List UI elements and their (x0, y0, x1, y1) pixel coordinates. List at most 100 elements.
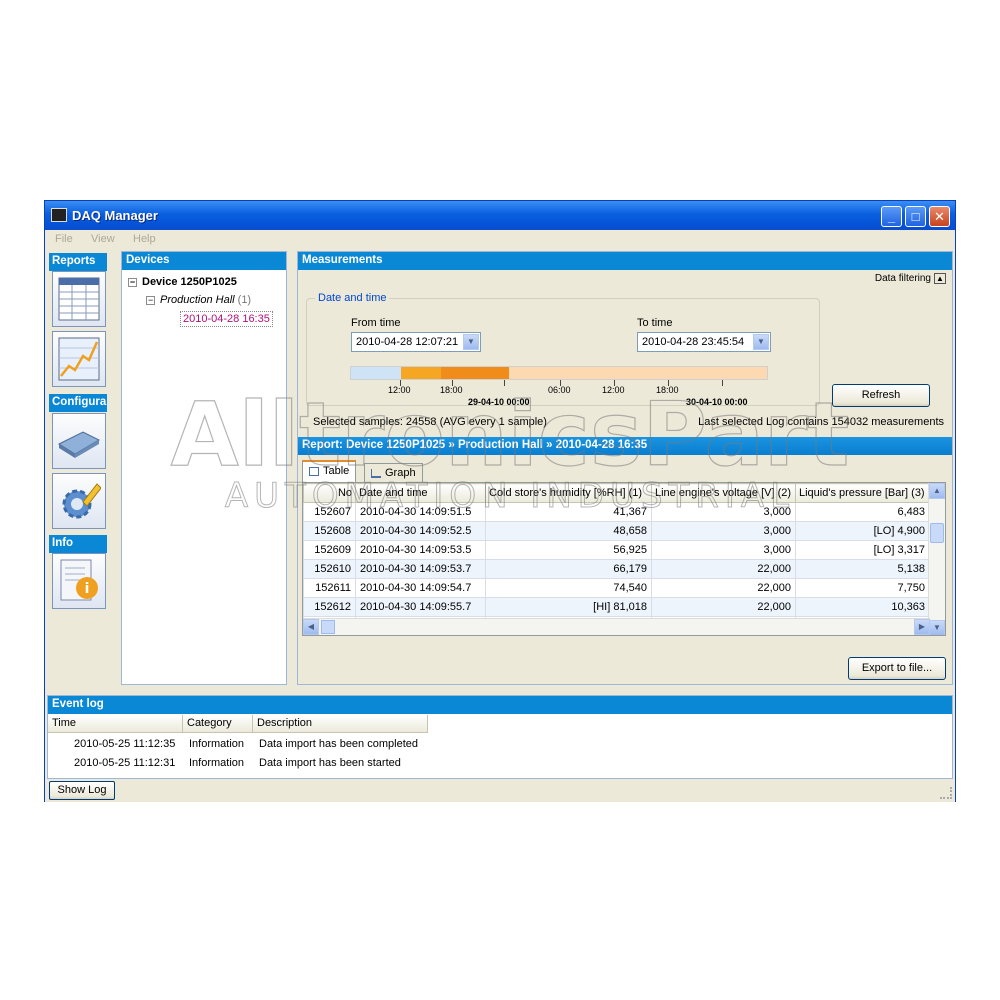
device-name: Device 1250P1025 (142, 276, 237, 288)
event-col-description[interactable]: Description (253, 715, 428, 733)
window-title: DAQ Manager (72, 208, 158, 223)
table-cell: 2010-04-30 14:09:53.5 (355, 540, 486, 560)
table-icon (309, 466, 319, 476)
table-cell: 152609 (303, 540, 356, 560)
table-row[interactable]: 152607 2010-04-30 14:09:51.5 41,367 3,000 6,… (303, 502, 930, 522)
timeline-tick-label: 12:00 (388, 385, 411, 395)
tree-log-entry[interactable]: 2010-04-28 16:35 (180, 311, 273, 327)
timeline-range-slider[interactable] (350, 366, 768, 380)
event-category: Information (189, 757, 245, 769)
table-row[interactable]: 152608 2010-04-30 14:09:52.5 48,658 3,000 [L… (303, 521, 930, 541)
measurements-panel: Measurements Data filtering ▲ Date and ti… (297, 251, 953, 685)
col-header-no[interactable]: No (303, 483, 356, 503)
chevron-down-icon[interactable]: ▼ (753, 334, 769, 350)
timeline-day-label: 30-04-10 00:00 (686, 397, 748, 407)
svg-text:i: i (85, 581, 90, 597)
chart-icon (58, 337, 100, 381)
from-time-select[interactable]: 2010-04-28 12:07:21 ▼ (351, 332, 481, 352)
event-col-category[interactable]: Category (183, 715, 253, 733)
tab-graph[interactable]: Graph (364, 463, 423, 482)
table-cell: 48,658 (485, 521, 652, 541)
tree-device-node[interactable]: − Device 1250P1025 (128, 276, 237, 288)
timeline-day-label: 29-04-10 00:00 (468, 397, 530, 407)
data-filtering-toggle[interactable]: Data filtering ▲ (875, 273, 946, 284)
report-breadcrumb: Report: Device 1250P1025 » Production Ha… (298, 437, 952, 455)
event-log-panel: Event log Time Category Description 2010… (47, 695, 953, 779)
refresh-button[interactable]: Refresh (832, 384, 930, 407)
title-bar: DAQ Manager _ □ ✕ (45, 201, 955, 230)
to-time-label: To time (637, 317, 673, 329)
table-row[interactable]: 152610 2010-04-30 14:09:53.7 66,179 22,000 5… (303, 559, 930, 579)
collapse-toggle-icon[interactable]: − (128, 277, 137, 287)
table-cell: 5,138 (795, 559, 930, 579)
collapse-up-icon[interactable]: ▲ (934, 273, 946, 284)
event-col-time[interactable]: Time (48, 715, 183, 733)
minimize-button[interactable]: _ (881, 206, 902, 227)
tree-hall-node[interactable]: − Production Hall (1) (146, 294, 251, 306)
table-cell: 152611 (303, 578, 356, 598)
scroll-down-icon[interactable]: ▼ (929, 620, 945, 635)
table-cell: 22,000 (651, 578, 796, 598)
to-time-select[interactable]: 2010-04-28 23:45:54 ▼ (637, 332, 771, 352)
tab-graph-label: Graph (385, 467, 416, 479)
date-time-group-title: Date and time (315, 292, 390, 304)
col-header-voltage[interactable]: Line engine's voltage [V] (2) (651, 483, 796, 503)
table-cell: 3,000 (651, 540, 796, 560)
event-description: Data import has been started (259, 757, 401, 769)
table-cell: 6,483 (795, 502, 930, 522)
settings-button[interactable] (52, 473, 106, 529)
col-header-humidity[interactable]: Cold store's humidity [%RH] (1) (485, 483, 652, 503)
table-row[interactable]: 152609 2010-04-30 14:09:53.5 56,925 3,000 [L… (303, 540, 930, 560)
info-icon: i (60, 559, 98, 601)
scroll-left-icon[interactable]: ◀ (303, 619, 319, 635)
info-button[interactable]: i (52, 553, 106, 609)
menu-bar: File View Help (45, 230, 955, 250)
close-button[interactable]: ✕ (929, 206, 950, 227)
table-cell: 3,000 (651, 521, 796, 541)
col-header-pressure[interactable]: Liquid's pressure [Bar] (3) (795, 483, 930, 503)
configure-section-header: Configura (49, 394, 107, 412)
col-header-datetime[interactable]: Date and time (355, 483, 486, 503)
timeline-tick-label: 18:00 (656, 385, 679, 395)
graph-icon (371, 468, 381, 478)
table-cell: 152607 (303, 502, 356, 522)
from-time-label: From time (351, 317, 401, 329)
table-row[interactable]: 152612 2010-04-30 14:09:55.7 [HI] 81,018 22… (303, 597, 930, 617)
selected-samples-text: Selected samples: 24558 (AVG every 1 sam… (313, 416, 547, 428)
table-cell: 2010-04-30 14:09:51.5 (355, 502, 486, 522)
measurements-header: Measurements (298, 252, 952, 270)
horizontal-scrollbar[interactable]: ◀ ▶ (303, 618, 930, 635)
show-log-button[interactable]: Show Log (49, 781, 115, 800)
export-to-file-button[interactable]: Export to file... (848, 657, 946, 680)
measurements-table: No Date and time Cold store's humidity [… (302, 482, 946, 636)
from-time-value: 2010-04-28 12:07:21 (356, 336, 459, 348)
menu-help[interactable]: Help (133, 233, 156, 245)
graph-report-button[interactable] (52, 331, 106, 387)
maximize-button[interactable]: □ (905, 206, 926, 227)
devices-header: Devices (122, 252, 286, 270)
hall-count: (1) (237, 294, 252, 306)
to-time-value: 2010-04-28 23:45:54 (642, 336, 745, 348)
chevron-down-icon[interactable]: ▼ (463, 334, 479, 350)
table-row[interactable]: 152611 2010-04-30 14:09:54.7 74,540 22,000 7… (303, 578, 930, 598)
log-measurements-count: Last selected Log contains 154032 measur… (698, 416, 944, 428)
vertical-scrollbar[interactable]: ▲ ▼ (928, 483, 945, 635)
timeline-tick-label: 12:00 (602, 385, 625, 395)
table-cell: 152610 (303, 559, 356, 579)
tab-table[interactable]: Table (302, 460, 357, 483)
event-time: 2010-05-25 11:12:31 (74, 757, 176, 769)
menu-file[interactable]: File (55, 233, 73, 245)
scroll-up-icon[interactable]: ▲ (929, 483, 945, 499)
device-config-button[interactable] (52, 413, 106, 469)
table-cell: [HI] 81,018 (485, 597, 652, 617)
table-cell: 7,750 (795, 578, 930, 598)
scroll-thumb[interactable] (930, 523, 944, 543)
resize-grip-icon[interactable] (940, 787, 952, 799)
table-cell: 22,000 (651, 559, 796, 579)
scroll-thumb-horizontal[interactable] (321, 620, 335, 634)
table-report-button[interactable] (52, 271, 106, 327)
collapse-toggle-icon[interactable]: − (146, 295, 155, 305)
table-cell: [LO] 4,900 (795, 521, 930, 541)
menu-view[interactable]: View (91, 233, 115, 245)
scroll-right-icon[interactable]: ▶ (914, 619, 930, 635)
